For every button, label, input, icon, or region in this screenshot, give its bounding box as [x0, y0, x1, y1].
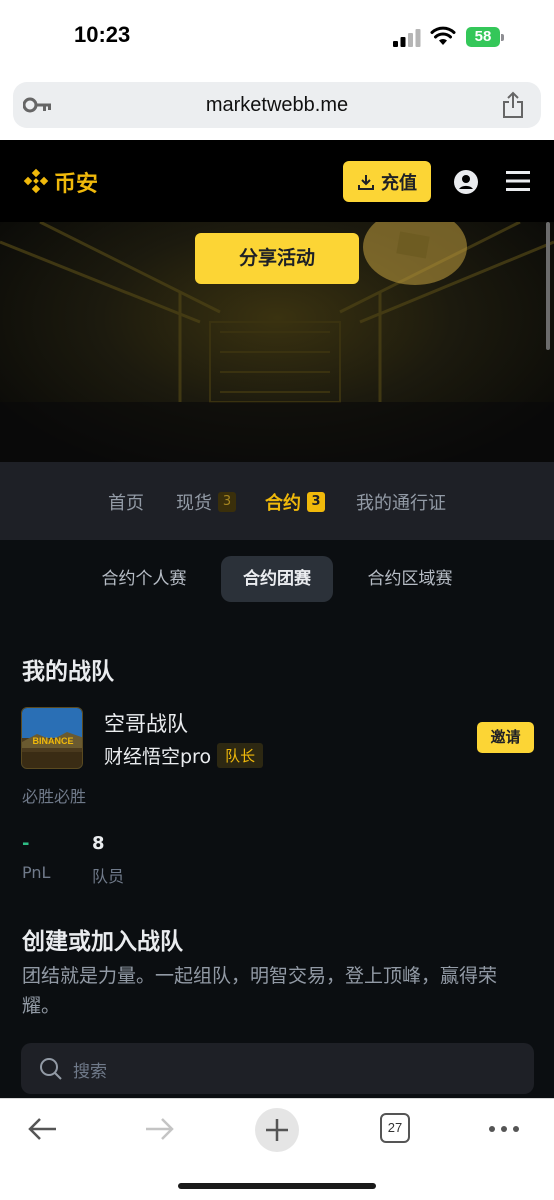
url-text[interactable]: marketwebb.me — [13, 94, 541, 117]
my-team-title: 我的战队 — [22, 659, 114, 685]
team-owner-row: 财经悟空pro 队长 — [104, 742, 264, 769]
avatar-text: BINANCE — [32, 736, 73, 746]
tab-my-pass[interactable]: 我的通行证 — [356, 489, 446, 515]
forward-arrow-icon[interactable] — [140, 1111, 180, 1147]
members-count: 8 — [92, 833, 105, 854]
tab-futures[interactable]: 合约 3 — [265, 489, 325, 515]
tabs-count-button[interactable]: 27 — [380, 1113, 410, 1143]
team-avatar-image: BINANCE — [22, 708, 82, 768]
browser-address-area: marketwebb.me — [0, 72, 554, 140]
battery-level: 58 — [466, 27, 500, 47]
tab-futures-team[interactable]: 合约团赛 — [221, 556, 333, 602]
more-options-icon[interactable] — [484, 1111, 524, 1147]
team-name: 空哥战队 — [104, 712, 188, 736]
wifi-icon — [430, 26, 456, 45]
pnl-label: PnL — [22, 863, 51, 882]
create-join-description: 团结就是力量。一起组队，明智交易，登上顶峰，赢得荣耀。 — [22, 965, 498, 1017]
page-scrollbar[interactable] — [546, 222, 550, 350]
captain-badge: 队长 — [217, 743, 264, 768]
deposit-label: 充值 — [381, 172, 417, 194]
tab-futures-regional[interactable]: 合约区域赛 — [354, 556, 466, 602]
back-arrow-icon[interactable] — [22, 1111, 62, 1147]
sub-tabs: 合约个人赛 合约团赛 合约区域赛 — [0, 554, 554, 604]
tab-futures-individual[interactable]: 合约个人赛 — [88, 556, 200, 602]
tab-count-badge: 3 — [307, 492, 325, 512]
tab-label: 合约 — [265, 493, 301, 514]
status-time: 10:23 — [74, 22, 131, 47]
battery-indicator: 58 — [466, 27, 504, 47]
tab-label: 我的通行证 — [356, 493, 446, 514]
deposit-button[interactable]: 充值 — [343, 161, 431, 202]
home-indicator — [178, 1183, 376, 1189]
share-event-button[interactable]: 分享活动 — [195, 233, 359, 284]
logo-text: 币安 — [54, 172, 99, 197]
tab-label: 现货 — [176, 493, 212, 514]
team-motto: 必胜必胜 — [22, 787, 87, 806]
team-owner-name: 财经悟空pro — [104, 746, 212, 768]
binance-logo[interactable]: 币安 — [22, 166, 98, 198]
hamburger-menu-icon[interactable] — [506, 170, 530, 192]
main-tabs: 首页 现货 3 合约 3 我的通行证 — [0, 462, 554, 540]
team-search-input[interactable]: 搜索 — [21, 1043, 534, 1094]
tab-home[interactable]: 首页 — [108, 489, 144, 515]
user-account-icon[interactable] — [454, 170, 478, 194]
search-icon — [40, 1058, 62, 1080]
browser-toolbar: 27 — [0, 1098, 554, 1200]
share-icon[interactable] — [501, 91, 525, 119]
tab-label: 首页 — [108, 493, 144, 514]
search-placeholder: 搜索 — [73, 1062, 107, 1082]
pnl-value: - — [22, 833, 30, 854]
new-tab-icon[interactable] — [254, 1107, 300, 1153]
address-bar[interactable]: marketwebb.me — [13, 82, 541, 128]
team-avatar[interactable]: BINANCE — [21, 707, 83, 769]
invite-button[interactable]: 邀请 — [477, 722, 534, 753]
binance-logo-icon — [23, 168, 49, 194]
site-header: 币安 充值 — [0, 140, 554, 222]
tab-count-badge: 3 — [218, 492, 236, 512]
cellular-signal-icon — [393, 29, 421, 47]
tab-spot[interactable]: 现货 3 — [176, 489, 236, 515]
status-bar: 10:23 58 — [0, 0, 554, 72]
hero-banner: 分享活动 — [0, 222, 554, 462]
download-icon — [358, 174, 374, 190]
create-join-title: 创建或加入战队 — [22, 929, 183, 955]
members-label: 队员 — [92, 867, 125, 886]
